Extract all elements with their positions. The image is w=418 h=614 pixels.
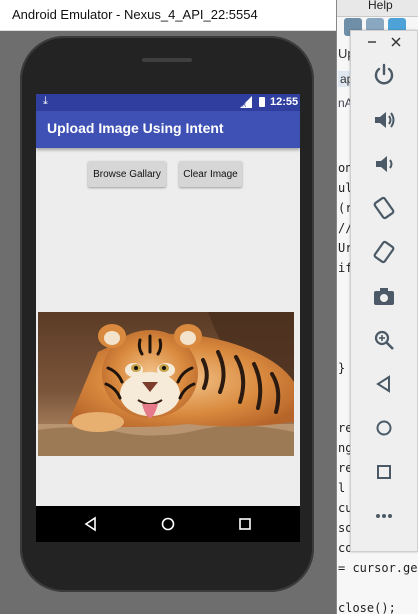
recents-icon[interactable] (236, 515, 254, 533)
overview-icon[interactable] (371, 459, 397, 485)
emulator-titlebar: Android Emulator - Nexus_4_API_22:5554 (0, 0, 336, 31)
close-icon[interactable] (389, 35, 403, 49)
download-icon: ⤓ (43, 95, 48, 107)
emulator-title: Android Emulator - Nexus_4_API_22:5554 (12, 7, 258, 22)
navigation-bar (36, 506, 300, 542)
back-icon[interactable] (82, 515, 100, 533)
power-icon[interactable] (371, 61, 397, 87)
home-icon[interactable] (371, 415, 397, 441)
emulator-toolbar (350, 30, 418, 552)
back-icon[interactable] (371, 371, 397, 397)
signal-icon: R (240, 96, 252, 108)
svg-text:R: R (242, 102, 246, 108)
zoom-icon[interactable] (371, 327, 397, 353)
status-time: 12:55 (270, 96, 299, 108)
clear-image-button[interactable]: Clear Image (179, 161, 242, 187)
help-menu[interactable]: Help (368, 0, 393, 12)
app-bar: Upload Image Using Intent (36, 111, 300, 148)
volume-up-icon[interactable] (371, 107, 397, 133)
phone-frame: ⤓ R 12:55 Upload Image Using Intent Brow… (20, 36, 314, 592)
ide-menubar: Help (336, 0, 418, 17)
selected-image (38, 312, 294, 456)
phone-speaker (142, 58, 192, 62)
rotate-right-icon[interactable] (371, 239, 397, 265)
more-icon[interactable] (371, 503, 397, 529)
battery-icon (259, 97, 265, 107)
volume-down-icon[interactable] (371, 151, 397, 177)
browse-gallery-button[interactable]: Browse Gallary (88, 161, 166, 187)
app-title: Upload Image Using Intent (47, 120, 224, 136)
status-bar: ⤓ R 12:55 (36, 94, 300, 111)
minimize-icon[interactable] (365, 35, 379, 49)
home-icon[interactable] (159, 515, 177, 533)
emulator-window: Android Emulator - Nexus_4_API_22:5554 ⤓… (0, 0, 337, 614)
rotate-left-icon[interactable] (371, 195, 397, 221)
camera-icon[interactable] (371, 283, 397, 309)
phone-screen[interactable]: ⤓ R 12:55 Upload Image Using Intent Brow… (36, 94, 300, 542)
